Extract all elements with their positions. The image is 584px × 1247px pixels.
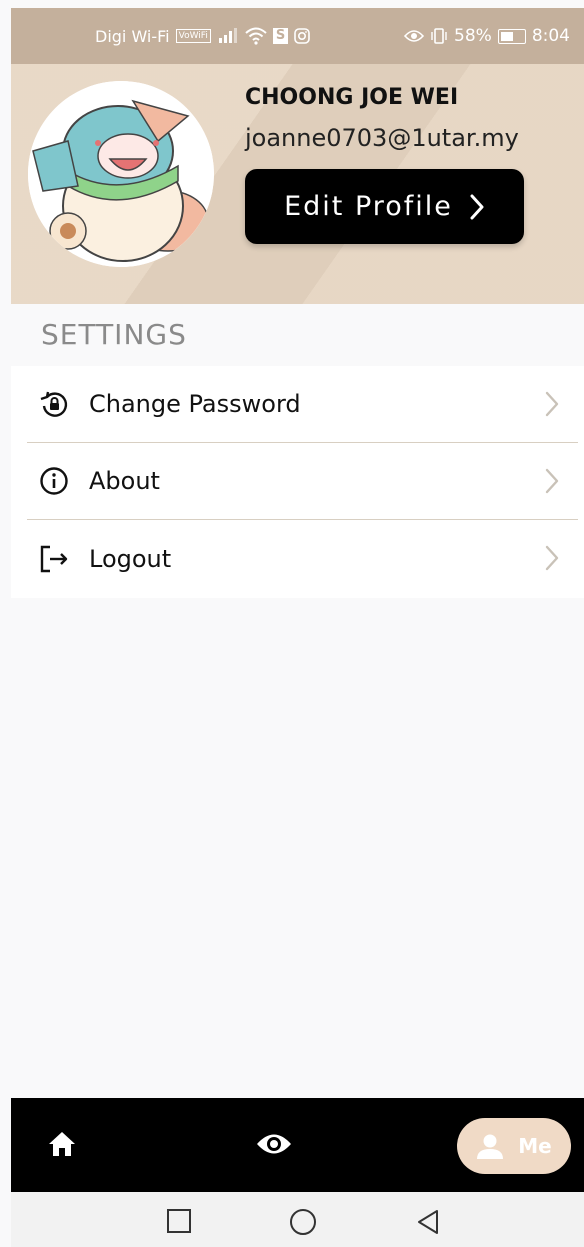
circle-icon: [290, 1209, 316, 1235]
chevron-right-icon: [545, 391, 559, 417]
settings-menu: Change Password About Logout: [11, 366, 584, 598]
menu-item-logout[interactable]: Logout: [27, 520, 578, 598]
profile-email: joanne0703@1utar.my: [245, 124, 519, 152]
back-button[interactable]: [415, 1208, 441, 1240]
nav-me-tab[interactable]: Me: [457, 1118, 571, 1174]
profile-header: CHOONG JOE WEI joanne0703@1utar.my Edit …: [11, 64, 584, 304]
menu-item-about[interactable]: About: [27, 443, 578, 520]
menu-item-change-password[interactable]: Change Password: [27, 366, 578, 443]
vowifi-badge: VoWiFi: [175, 29, 211, 43]
square-icon: [167, 1209, 191, 1233]
status-bar: Digi Wi-Fi VoWiFi S 58% 8:04: [11, 8, 584, 64]
carrier-label: Digi Wi-Fi: [95, 26, 170, 46]
chevron-right-icon: [545, 468, 559, 494]
signal-icon: [218, 28, 237, 43]
menu-item-label: Logout: [89, 545, 172, 573]
wifi-icon: [245, 27, 267, 45]
snorlax-avatar-image: [28, 81, 214, 267]
chevron-right-icon: [470, 194, 484, 219]
nav-watch-tab[interactable]: [255, 1131, 293, 1161]
eye-icon: [257, 1134, 291, 1154]
clock: 8:04: [531, 26, 570, 46]
lock-reset-icon: [39, 389, 79, 419]
settings-heading: SETTINGS: [41, 318, 187, 351]
edit-profile-label: Edit Profile: [284, 191, 453, 222]
logout-icon: [39, 544, 79, 574]
nav-me-label: Me: [518, 1134, 552, 1158]
home-icon: [49, 1132, 75, 1156]
battery-icon: [497, 28, 526, 44]
profile-name: CHOONG JOE WEI: [245, 85, 459, 110]
app-badge: S: [272, 28, 289, 44]
bottom-navigation: Me: [11, 1098, 584, 1192]
nav-home-tab[interactable]: [47, 1130, 77, 1162]
instagram-icon: [294, 28, 311, 44]
info-icon: [39, 466, 79, 496]
home-button[interactable]: [289, 1208, 317, 1240]
triangle-back-icon: [418, 1210, 438, 1234]
avatar[interactable]: [28, 81, 214, 267]
menu-item-label: Change Password: [89, 390, 301, 418]
system-navigation-bar: [11, 1192, 584, 1247]
recents-button[interactable]: [166, 1208, 192, 1238]
eye-comfort-icon: [404, 30, 425, 42]
person-icon: [477, 1134, 504, 1159]
battery-percent: 58%: [454, 26, 492, 46]
vibrate-icon: [431, 28, 447, 44]
chevron-right-icon: [545, 545, 559, 571]
app-screen: Digi Wi-Fi VoWiFi S 58% 8:04 CHOONG JOE …: [11, 0, 584, 1247]
edit-profile-button[interactable]: Edit Profile: [245, 169, 524, 244]
menu-item-label: About: [89, 467, 160, 495]
